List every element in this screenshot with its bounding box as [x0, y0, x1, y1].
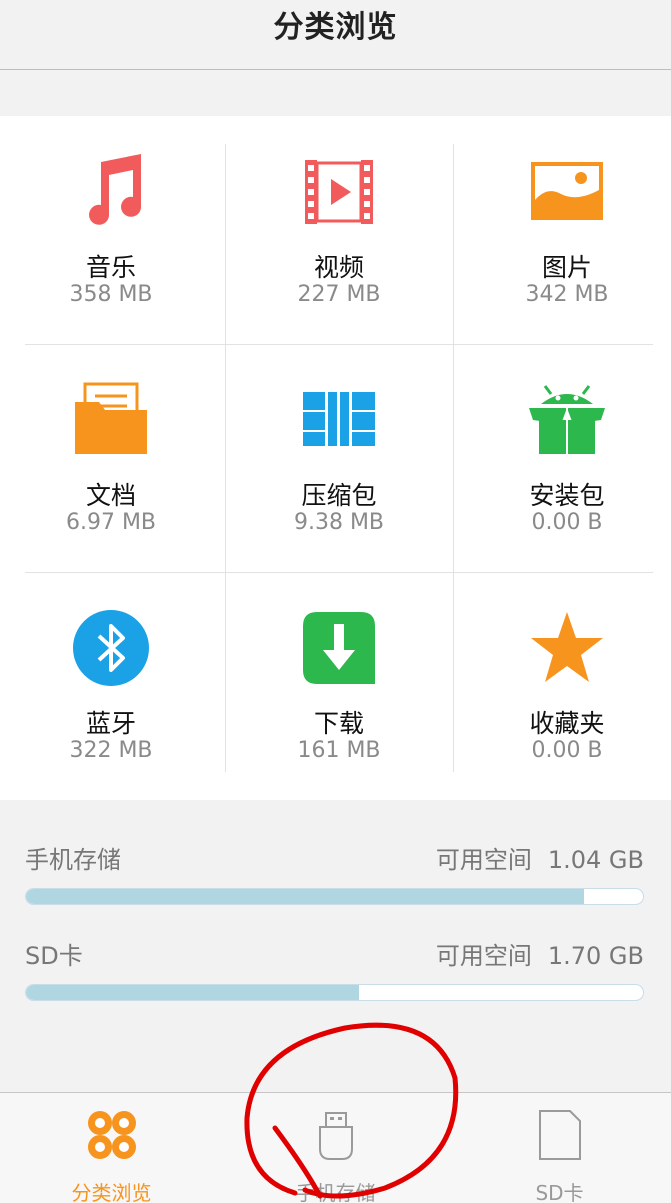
usb-storage-icon — [308, 1107, 364, 1163]
tab-phone-storage[interactable]: 手机存储 — [224, 1093, 447, 1203]
category-size: 342 MB — [525, 282, 609, 307]
category-grid-icon — [84, 1107, 140, 1163]
header-bar: 分类浏览 — [0, 0, 671, 70]
document-folder-icon — [71, 380, 151, 460]
storage-usage-bar — [25, 984, 644, 1001]
category-size: 322 MB — [69, 738, 153, 763]
category-name: 视频 — [313, 253, 364, 282]
video-film-icon — [299, 152, 379, 232]
category-favorites[interactable]: 收藏夹 0.00 B — [467, 572, 667, 800]
star-icon — [527, 608, 607, 688]
category-downloads[interactable]: 下载 161 MB — [239, 572, 439, 800]
storage-label: SD卡 — [25, 942, 83, 970]
tab-sd-card[interactable]: SD卡 — [448, 1093, 671, 1203]
image-icon — [527, 152, 607, 232]
tab-label: 手机存储 — [295, 1181, 376, 1203]
category-size: 9.38 MB — [293, 510, 385, 535]
category-size: 0.00 B — [531, 738, 603, 763]
category-size: 358 MB — [69, 282, 153, 307]
category-images[interactable]: 图片 342 MB — [467, 116, 667, 344]
category-name: 下载 — [313, 709, 364, 738]
page-title: 分类浏览 — [273, 10, 398, 45]
category-bluetooth[interactable]: 蓝牙 322 MB — [11, 572, 211, 800]
category-name: 压缩包 — [301, 481, 377, 510]
category-size: 161 MB — [297, 738, 381, 763]
tab-label: SD卡 — [535, 1181, 584, 1203]
tab-category-browse[interactable]: 分类浏览 — [0, 1093, 223, 1203]
grid-divider — [225, 144, 226, 772]
category-size: 0.00 B — [531, 510, 603, 535]
category-archives[interactable]: 压缩包 9.38 MB — [239, 344, 439, 572]
category-apk[interactable]: 安装包 0.00 B — [467, 344, 667, 572]
category-size: 227 MB — [297, 282, 381, 307]
tab-label: 分类浏览 — [71, 1181, 152, 1203]
storage-free-value: 1.70 GB — [547, 942, 644, 970]
storage-free-label: 可用空间 — [435, 846, 532, 874]
category-video[interactable]: 视频 227 MB — [239, 116, 439, 344]
storage-free: 可用空间 1.70 GB — [420, 936, 644, 971]
sd-storage-summary[interactable]: SD卡 可用空间 1.70 GB — [25, 936, 644, 1006]
category-name: 图片 — [541, 253, 592, 282]
category-size: 6.97 MB — [65, 510, 157, 535]
sd-card-icon — [532, 1107, 588, 1163]
bluetooth-icon — [71, 608, 151, 688]
category-grid: 音乐 358 MB 视频 227 MB 图片 342 MB 文档 6.97 MB… — [0, 116, 671, 800]
storage-label: 手机存储 — [25, 846, 121, 874]
storage-free: 可用空间 1.04 GB — [420, 840, 644, 875]
storage-usage-bar — [25, 888, 644, 905]
download-icon — [299, 608, 379, 688]
android-package-icon — [527, 380, 607, 460]
storage-free-value: 1.04 GB — [547, 846, 644, 874]
bottom-tab-bar: 分类浏览 手机存储 SD卡 — [0, 1092, 671, 1203]
phone-storage-summary[interactable]: 手机存储 可用空间 1.04 GB — [25, 840, 644, 910]
category-name: 安装包 — [529, 481, 605, 510]
category-name: 音乐 — [85, 253, 136, 282]
category-music[interactable]: 音乐 358 MB — [11, 116, 211, 344]
storage-usage-fill — [26, 889, 584, 904]
category-name: 蓝牙 — [85, 709, 136, 738]
storage-usage-fill — [26, 985, 360, 1000]
category-documents[interactable]: 文档 6.97 MB — [11, 344, 211, 572]
grid-divider — [453, 144, 454, 772]
storage-free-label: 可用空间 — [435, 942, 532, 970]
music-note-icon — [71, 152, 151, 232]
archive-icon — [299, 380, 379, 460]
category-name: 文档 — [85, 481, 136, 510]
category-name: 收藏夹 — [529, 709, 605, 738]
